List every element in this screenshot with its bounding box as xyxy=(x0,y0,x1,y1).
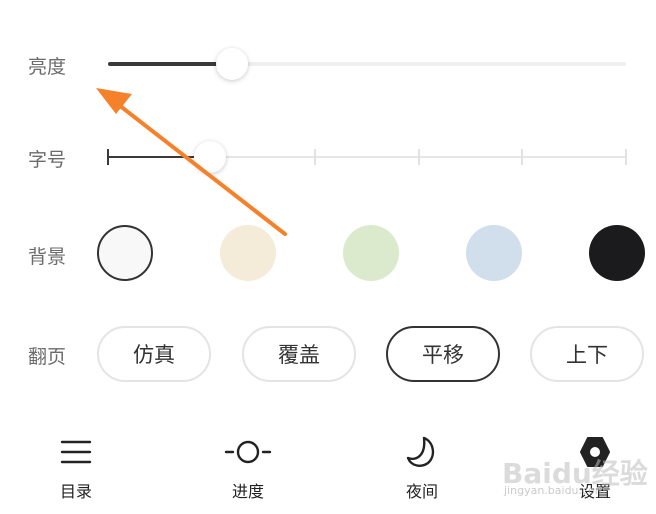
annotation-arrow xyxy=(96,88,287,236)
